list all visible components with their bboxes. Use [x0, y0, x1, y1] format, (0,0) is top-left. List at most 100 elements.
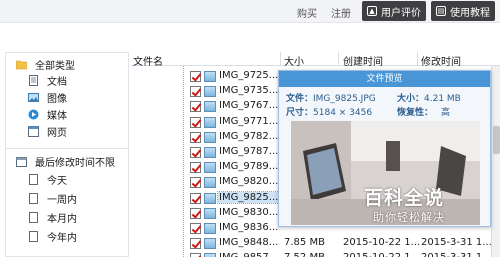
preview-title: 文件预览	[279, 71, 490, 87]
filter-images-label: 图像	[47, 93, 67, 105]
column-modified[interactable]: 修改时间	[421, 53, 461, 68]
user-review-button[interactable]: ▲ 用户评价	[362, 1, 426, 21]
filter-week[interactable]: 一周内	[28, 191, 77, 206]
preview-recover-label: 恢复性：	[397, 108, 434, 118]
filter-webpages[interactable]: 网页	[28, 124, 67, 139]
row-checkbox[interactable]	[190, 131, 201, 143]
row-filename[interactable]: IMG_9830...	[218, 207, 279, 218]
tutorial-button[interactable]: ▤ 使用教程	[431, 1, 495, 21]
row-filename[interactable]: IMG_9787...	[218, 146, 279, 157]
row-checkbox[interactable]	[190, 162, 201, 174]
row-checkbox[interactable]	[190, 207, 201, 219]
filter-images[interactable]: 图像	[28, 90, 67, 105]
filter-modified-any[interactable]: 最后修改时间不限	[16, 154, 115, 169]
row-checkbox[interactable]	[190, 238, 201, 250]
filter-today[interactable]: 今天	[28, 172, 67, 187]
table-row[interactable]: IMG_9857... 7.52 MB 2015-10-22 1...2015-3-…	[131, 251, 500, 257]
column-created[interactable]: 创建时间	[343, 53, 383, 68]
register-link[interactable]: 注册	[331, 5, 351, 20]
preview-size-row: 大小：4.21 MB	[397, 91, 461, 104]
calendar-week-icon	[29, 192, 38, 204]
row-filename[interactable]: IMG_9836...	[218, 222, 279, 233]
filter-documents-label: 文档	[47, 76, 67, 88]
preview-recover-value: 高	[441, 108, 451, 118]
row-created: 2015-10-22 1...	[343, 252, 420, 257]
image-file-icon	[204, 147, 216, 158]
filter-all-types[interactable]: 全部类型	[16, 57, 75, 72]
calendar-month-icon	[29, 211, 38, 223]
calendar-icon	[16, 156, 27, 167]
filter-documents[interactable]: 文档	[28, 73, 67, 88]
row-filename[interactable]: IMG_9725...	[218, 70, 279, 81]
image-file-icon	[204, 162, 216, 174]
webpage-icon	[28, 125, 39, 137]
image-file-icon	[204, 223, 216, 234]
watermark-logo: 百科全说	[364, 187, 445, 209]
row-modified: 2015-3-31 1...	[421, 237, 492, 249]
filter-modified-any-label: 最后修改时间不限	[35, 157, 115, 169]
filter-month-label: 本月内	[47, 213, 77, 225]
image-file-icon	[204, 116, 216, 128]
image-file-icon	[204, 86, 216, 98]
row-checkbox[interactable]	[190, 253, 201, 257]
preview-dim-label: 尺寸：	[286, 108, 314, 118]
top-bar: 购买 注册 ▲ 用户评价 ▤ 使用教程	[0, 0, 500, 23]
image-icon	[28, 92, 39, 102]
preview-file-row: 文件：IMG_9825.JPG	[286, 91, 376, 104]
table-header: 文件名 大小 创建时间 修改时间	[131, 52, 500, 68]
row-checkbox[interactable]	[190, 101, 201, 113]
table-row[interactable]: IMG_9848... 7.85 MB 2015-10-22 1... 2015-3-…	[131, 236, 500, 251]
folder-icon	[16, 60, 27, 69]
row-checkbox[interactable]	[190, 192, 201, 204]
preview-dim-value: 5184 × 3456	[313, 108, 373, 118]
preview-size-value: 4.21 MB	[424, 94, 461, 104]
preview-dim-row: 尺寸：5184 × 3456	[286, 105, 372, 118]
image-file-icon	[204, 192, 216, 204]
vertical-scrollbar[interactable]	[491, 66, 500, 257]
row-filename[interactable]: IMG_9782...	[218, 131, 279, 142]
watermark: 百科全说 助你轻松解决	[351, 181, 471, 227]
filter-year[interactable]: 今年内	[28, 229, 77, 244]
book-icon: ▤	[436, 6, 446, 16]
filter-media-label: 媒体	[47, 110, 67, 122]
preview-recover-row: 恢复性： 高	[397, 105, 450, 118]
row-filename[interactable]: IMG_9820...	[218, 176, 279, 187]
filter-sidebar: 全部类型 文档 图像 媒体 网页 最后修改时间不限 今天 一周内 本月内 今年内	[5, 52, 129, 257]
row-filename[interactable]: IMG_9771...	[218, 116, 279, 127]
image-file-icon	[204, 71, 216, 82]
document-icon	[29, 74, 38, 86]
row-filename[interactable]: IMG_9735...	[218, 85, 279, 96]
row-filename[interactable]: IMG_9767...	[218, 100, 279, 111]
row-filename[interactable]: IMG_9848...	[218, 237, 279, 248]
row-filename[interactable]: IMG_9825...	[216, 190, 281, 204]
calendar-year-icon	[29, 230, 38, 242]
media-play-icon	[28, 109, 39, 119]
row-checkbox[interactable]	[190, 116, 201, 128]
filter-week-label: 一周内	[47, 194, 77, 206]
row-checkbox[interactable]	[190, 223, 201, 234]
scrollbar-thumb[interactable]	[493, 126, 500, 154]
image-file-icon	[204, 177, 216, 189]
sidebar-divider	[6, 148, 128, 149]
tutorial-label: 使用教程	[450, 7, 490, 19]
row-created: 2015-10-22 1...	[343, 237, 421, 249]
filter-media[interactable]: 媒体	[28, 107, 67, 122]
filter-month[interactable]: 本月内	[28, 210, 77, 225]
buy-link[interactable]: 购买	[297, 5, 317, 20]
row-size: 7.85 MB	[284, 237, 325, 249]
row-checkbox[interactable]	[190, 147, 201, 158]
row-filename[interactable]: IMG_9857...	[218, 252, 279, 257]
preview-size-label: 大小：	[397, 94, 425, 104]
preview-file-label: 文件：	[286, 94, 314, 104]
column-filename[interactable]: 文件名	[133, 53, 163, 68]
row-checkbox[interactable]	[190, 71, 201, 82]
image-file-icon	[204, 253, 216, 257]
column-size[interactable]: 大小	[284, 53, 304, 68]
image-file-icon	[204, 101, 216, 113]
row-filename[interactable]: IMG_9789...	[218, 161, 279, 172]
filter-webpages-label: 网页	[47, 127, 67, 139]
row-checkbox[interactable]	[190, 86, 201, 98]
filter-all-types-label: 全部类型	[35, 60, 75, 72]
row-checkbox[interactable]	[190, 177, 201, 189]
thumbs-up-icon: ▲	[367, 6, 377, 16]
